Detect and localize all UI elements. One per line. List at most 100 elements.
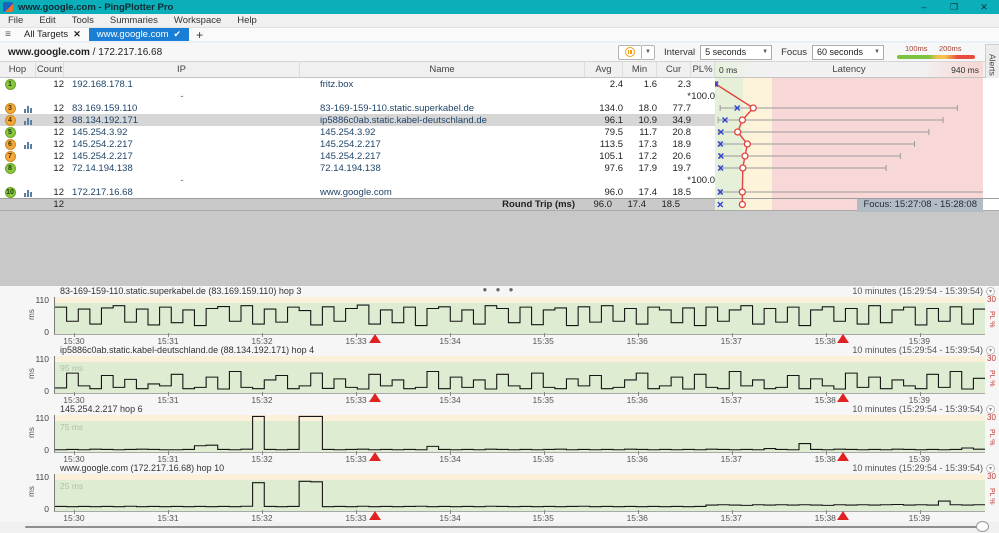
chevron-down-icon: ▼ [762,49,769,55]
target-ip: 172.217.16.68 [98,46,163,58]
cur-cell: 2.3 [677,78,691,90]
tab-all-targets[interactable]: All Targets ✕ [16,28,89,41]
menu-item-file[interactable]: File [0,14,31,28]
minimize-button[interactable]: – [909,0,939,14]
ip-cell: 192.168.178.1 [72,78,133,90]
menu-item-summaries[interactable]: Summaries [102,14,166,28]
timeline-title: 83-169-159-110.static.superkabel.de (83.… [60,286,302,296]
col-header-hop[interactable]: Hop [0,62,36,77]
close-button[interactable]: ✕ [969,0,999,14]
avg-cell: 134.0 [599,102,623,114]
count-cell: 12 [53,126,64,138]
timeline-period-selector[interactable]: 10 minutes (15:29:54 - 15:39:54) ▾ [852,404,995,414]
target-separator: / [89,46,99,58]
menu-item-workspace[interactable]: Workspace [166,14,229,28]
title-bar: www.google.com - PingPlotter Pro – ❐ ✕ [0,0,999,14]
ip-cell: - [180,174,184,186]
latency-min-label: 0 ms [719,64,738,75]
hop-badge: 3 [4,102,16,114]
pingplotter-window: www.google.com - PingPlotter Pro – ❐ ✕ F… [0,0,999,533]
ip-cell: 83.169.159.110 [72,102,138,114]
cur-cell: 19.7 [672,162,692,174]
name-cell: ip5886c0ab.static.kabel-deutschland.de [320,114,487,126]
focus-select[interactable]: 60 seconds ▼ [812,44,884,60]
cur-cell: 34.9 [672,114,692,126]
min-cell: 17.3 [638,138,658,150]
maximize-button[interactable]: ❐ [939,0,969,14]
time-scrollbar-thumb[interactable] [976,521,989,532]
timeline-graph-icon [20,92,36,101]
target-name: www.google.com [8,46,90,58]
count-cell: 12 [53,162,64,174]
timeline-plot[interactable]: 75 ms [54,415,985,453]
timeline-x-axis: 15:30 15:31 15:32 15:33 15:34 15:35 15:36 15:37… [54,451,985,464]
min-cell: 1.6 [643,78,657,90]
name-cell: 145.254.2.217 [320,138,381,150]
legend-gradient-bar [897,55,975,59]
packet-loss-marker-icon [837,511,850,520]
packet-loss-marker-icon [369,511,382,520]
chevron-down-icon: ▼ [874,49,880,55]
timeline-period-selector[interactable]: 10 minutes (15:29:54 - 15:39:54) ▾ [852,345,995,355]
hamburger-icon[interactable]: ≡ [0,28,16,41]
tab-www-google-com[interactable]: www.google.com ✔ [88,28,190,41]
hop-badge: 7 [4,150,16,162]
round-trip-avg: 96.0 [593,199,613,210]
cur-cell: 18.9 [672,138,692,150]
round-trip-label: Round Trip (ms) [502,199,575,210]
pause-dropdown-button[interactable]: ▼ [641,44,655,60]
timeline-graphs: ● ● ● 83-169-159-110.static.superkabel.d… [0,286,999,523]
timeline-period-selector[interactable]: 10 minutes (15:29:54 - 15:39:54) ▾ [852,286,995,296]
pause-button[interactable] [617,44,642,60]
name-cell: 72.14.194.138 [320,162,381,174]
window-title: www.google.com - PingPlotter Pro [18,1,174,13]
menu-item-edit[interactable]: Edit [31,14,63,28]
ip-cell: 88.134.192.171 [72,114,139,126]
packet-loss-marker-icon [369,452,382,461]
focus-label: Focus [781,46,807,58]
legend-200ms-label: 200ms [939,44,962,53]
ip-cell: 72.14.194.138 [72,162,133,174]
menu-item-help[interactable]: Help [229,14,265,28]
latency-range-chart [715,81,983,209]
hop-cell: 3 [0,102,20,114]
avg-cell: 105.1 [599,150,623,162]
tab-close-icon[interactable]: ✕ [73,29,81,40]
round-trip-min: 17.4 [627,199,647,210]
timeline-plot[interactable]: 25 ms [54,474,985,512]
timeline-plot[interactable] [54,297,985,335]
timeline-title: www.google.com (172.217.16.68) hop 10 [60,463,225,473]
timeline-graph-icon [20,104,36,113]
col-header-ip[interactable]: IP [64,62,300,77]
col-header-cur[interactable]: Cur [657,62,691,77]
col-header-min[interactable]: Min [623,62,657,77]
tab-all-targets-label: All Targets [24,29,69,40]
ip-cell: 172.217.16.68 [72,186,133,198]
col-header-pl[interactable]: PL% [691,62,715,77]
timeline-plot[interactable]: 95 ms [54,356,985,394]
count-cell: 12 [53,114,64,126]
col-header-latency: 0 ms Latency 940 ms [715,62,983,77]
col-header-name[interactable]: Name [300,62,585,77]
tab-active-label: www.google.com [96,29,169,40]
interval-select[interactable]: 5 seconds ▼ [700,44,773,60]
timeline-period-selector[interactable]: 10 minutes (15:29:54 - 15:39:54) ▾ [852,463,995,473]
time-scrollbar-track[interactable] [25,526,985,528]
timeline-period-label: 10 minutes (15:29:54 - 15:39:54) [852,345,983,355]
timeline-graph-icon [20,152,36,161]
timeline-graph-icon [20,80,36,89]
timeline-graph-icon [20,128,36,137]
hop-cell: 10 [0,186,20,198]
min-cell: 11.7 [639,126,657,138]
count-cell: 12 [53,78,64,90]
col-header-count[interactable]: Count [36,62,64,77]
cur-cell: 77.7 [672,102,692,114]
menu-item-tools[interactable]: Tools [64,14,102,28]
timeline-y-axis: 110 ms 0 [26,354,49,396]
col-header-avg[interactable]: Avg [585,62,623,77]
packet-loss-cell: 100.0 [691,90,715,102]
new-tab-button[interactable]: + [189,28,210,42]
splitter-area[interactable] [0,211,999,286]
count-cell: 12 [53,186,64,198]
tab-check-icon: ✔ [173,29,182,39]
